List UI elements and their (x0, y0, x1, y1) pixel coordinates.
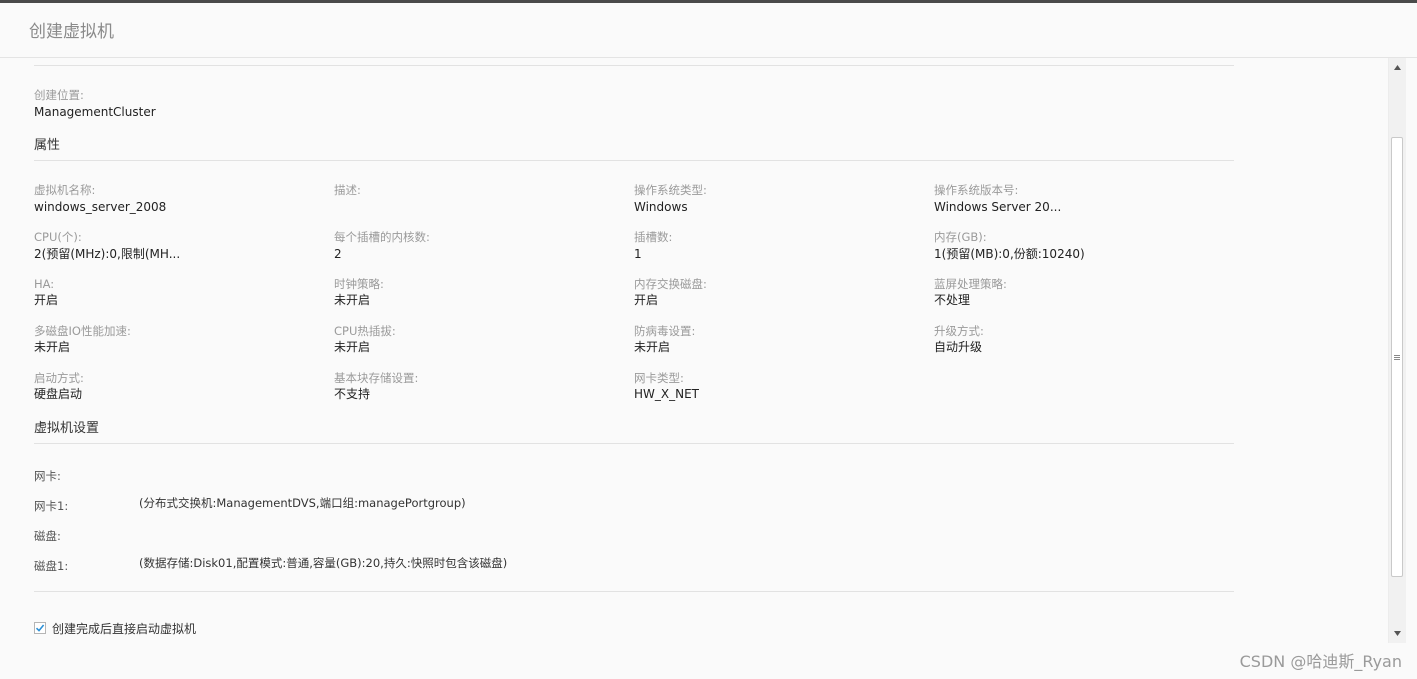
cpu-value: 2(预留(MHz):0,限制(MH... (34, 247, 181, 261)
cores-per-socket-label: 每个插槽的内核数: (334, 230, 430, 244)
clock-policy-value: 未开启 (334, 293, 371, 307)
vertical-scrollbar[interactable] (1388, 58, 1406, 643)
bluescreen-policy-value: 不处理 (934, 293, 971, 307)
nic1-value: (分布式交换机:ManagementDVS,端口组:managePortgrou… (139, 496, 466, 510)
grip-icon (1394, 354, 1400, 361)
sockets-value: 1 (634, 247, 642, 261)
os-type-label: 操作系统类型: (634, 183, 707, 197)
watermark: CSDN @哈迪斯_Ryan (1239, 652, 1402, 671)
clock-policy-label: 时钟策略: (334, 277, 384, 291)
antivirus-value: 未开启 (634, 340, 671, 354)
vm-name-label: 虚拟机名称: (34, 183, 96, 197)
swap-disk-value: 开启 (634, 293, 659, 307)
location-label: 创建位置: (34, 88, 84, 102)
cpu-hotplug-label: CPU热插拔: (334, 324, 396, 338)
divider (34, 65, 1234, 66)
location-value: ManagementCluster (34, 105, 156, 119)
nic-header: 网卡: (34, 469, 61, 483)
upgrade-mode-value: 自动升级 (934, 340, 983, 354)
bluescreen-policy-label: 蓝屏处理策略: (934, 277, 1007, 291)
swap-disk-label: 内存交换磁盘: (634, 277, 707, 291)
sockets-label: 插槽数: (634, 230, 673, 244)
nic-type-label: 网卡类型: (634, 371, 684, 385)
nic1-label: 网卡1: (34, 499, 69, 513)
cpu-hotplug-value: 未开启 (334, 340, 371, 354)
dialog-content: 创建位置: ManagementCluster 属性 虚拟机名称: window… (34, 0, 1234, 679)
os-version-value: Windows Server 20... (934, 200, 1062, 214)
ha-value: 开启 (34, 293, 59, 307)
cores-per-socket-value: 2 (334, 247, 342, 261)
start-after-create-checkbox[interactable] (34, 622, 46, 634)
vm-name-value: windows_server_2008 (34, 200, 167, 214)
properties-section-title: 属性 (34, 138, 61, 153)
description-label: 描述: (334, 183, 361, 197)
scroll-down-arrow-icon[interactable] (1389, 626, 1406, 640)
boot-mode-value: 硬盘启动 (34, 387, 83, 401)
antivirus-label: 防病毒设置: (634, 324, 696, 338)
os-type-value: Windows (634, 200, 688, 214)
divider (34, 591, 1234, 592)
start-after-create-label: 创建完成后直接启动虚拟机 (52, 621, 197, 636)
scrollbar-thumb[interactable] (1391, 137, 1403, 577)
block-storage-label: 基本块存储设置: (334, 371, 419, 385)
nic-type-value: HW_X_NET (634, 387, 699, 401)
multi-disk-io-label: 多磁盘IO性能加速: (34, 324, 131, 338)
divider (34, 443, 1234, 444)
start-after-create-option[interactable]: 创建完成后直接启动虚拟机 (34, 620, 196, 636)
block-storage-value: 不支持 (334, 387, 371, 401)
upgrade-mode-label: 升级方式: (934, 324, 984, 338)
disk1-value: (数据存储:Disk01,配置模式:普通,容量(GB):20,持久:快照时包含该… (139, 556, 508, 570)
memory-value: 1(预留(MB):0,份额:10240) (934, 247, 1085, 261)
cpu-label: CPU(个): (34, 230, 82, 244)
disk-header: 磁盘: (34, 529, 61, 543)
divider (34, 160, 1234, 161)
disk1-label: 磁盘1: (34, 559, 69, 573)
checkmark-icon (35, 624, 45, 632)
memory-label: 内存(GB): (934, 230, 987, 244)
ha-label: HA: (34, 277, 55, 291)
vm-settings-section-title: 虚拟机设置 (34, 421, 100, 436)
os-version-label: 操作系统版本号: (934, 183, 1019, 197)
scroll-up-arrow-icon[interactable] (1389, 60, 1406, 74)
boot-mode-label: 启动方式: (34, 371, 84, 385)
multi-disk-io-value: 未开启 (34, 340, 71, 354)
